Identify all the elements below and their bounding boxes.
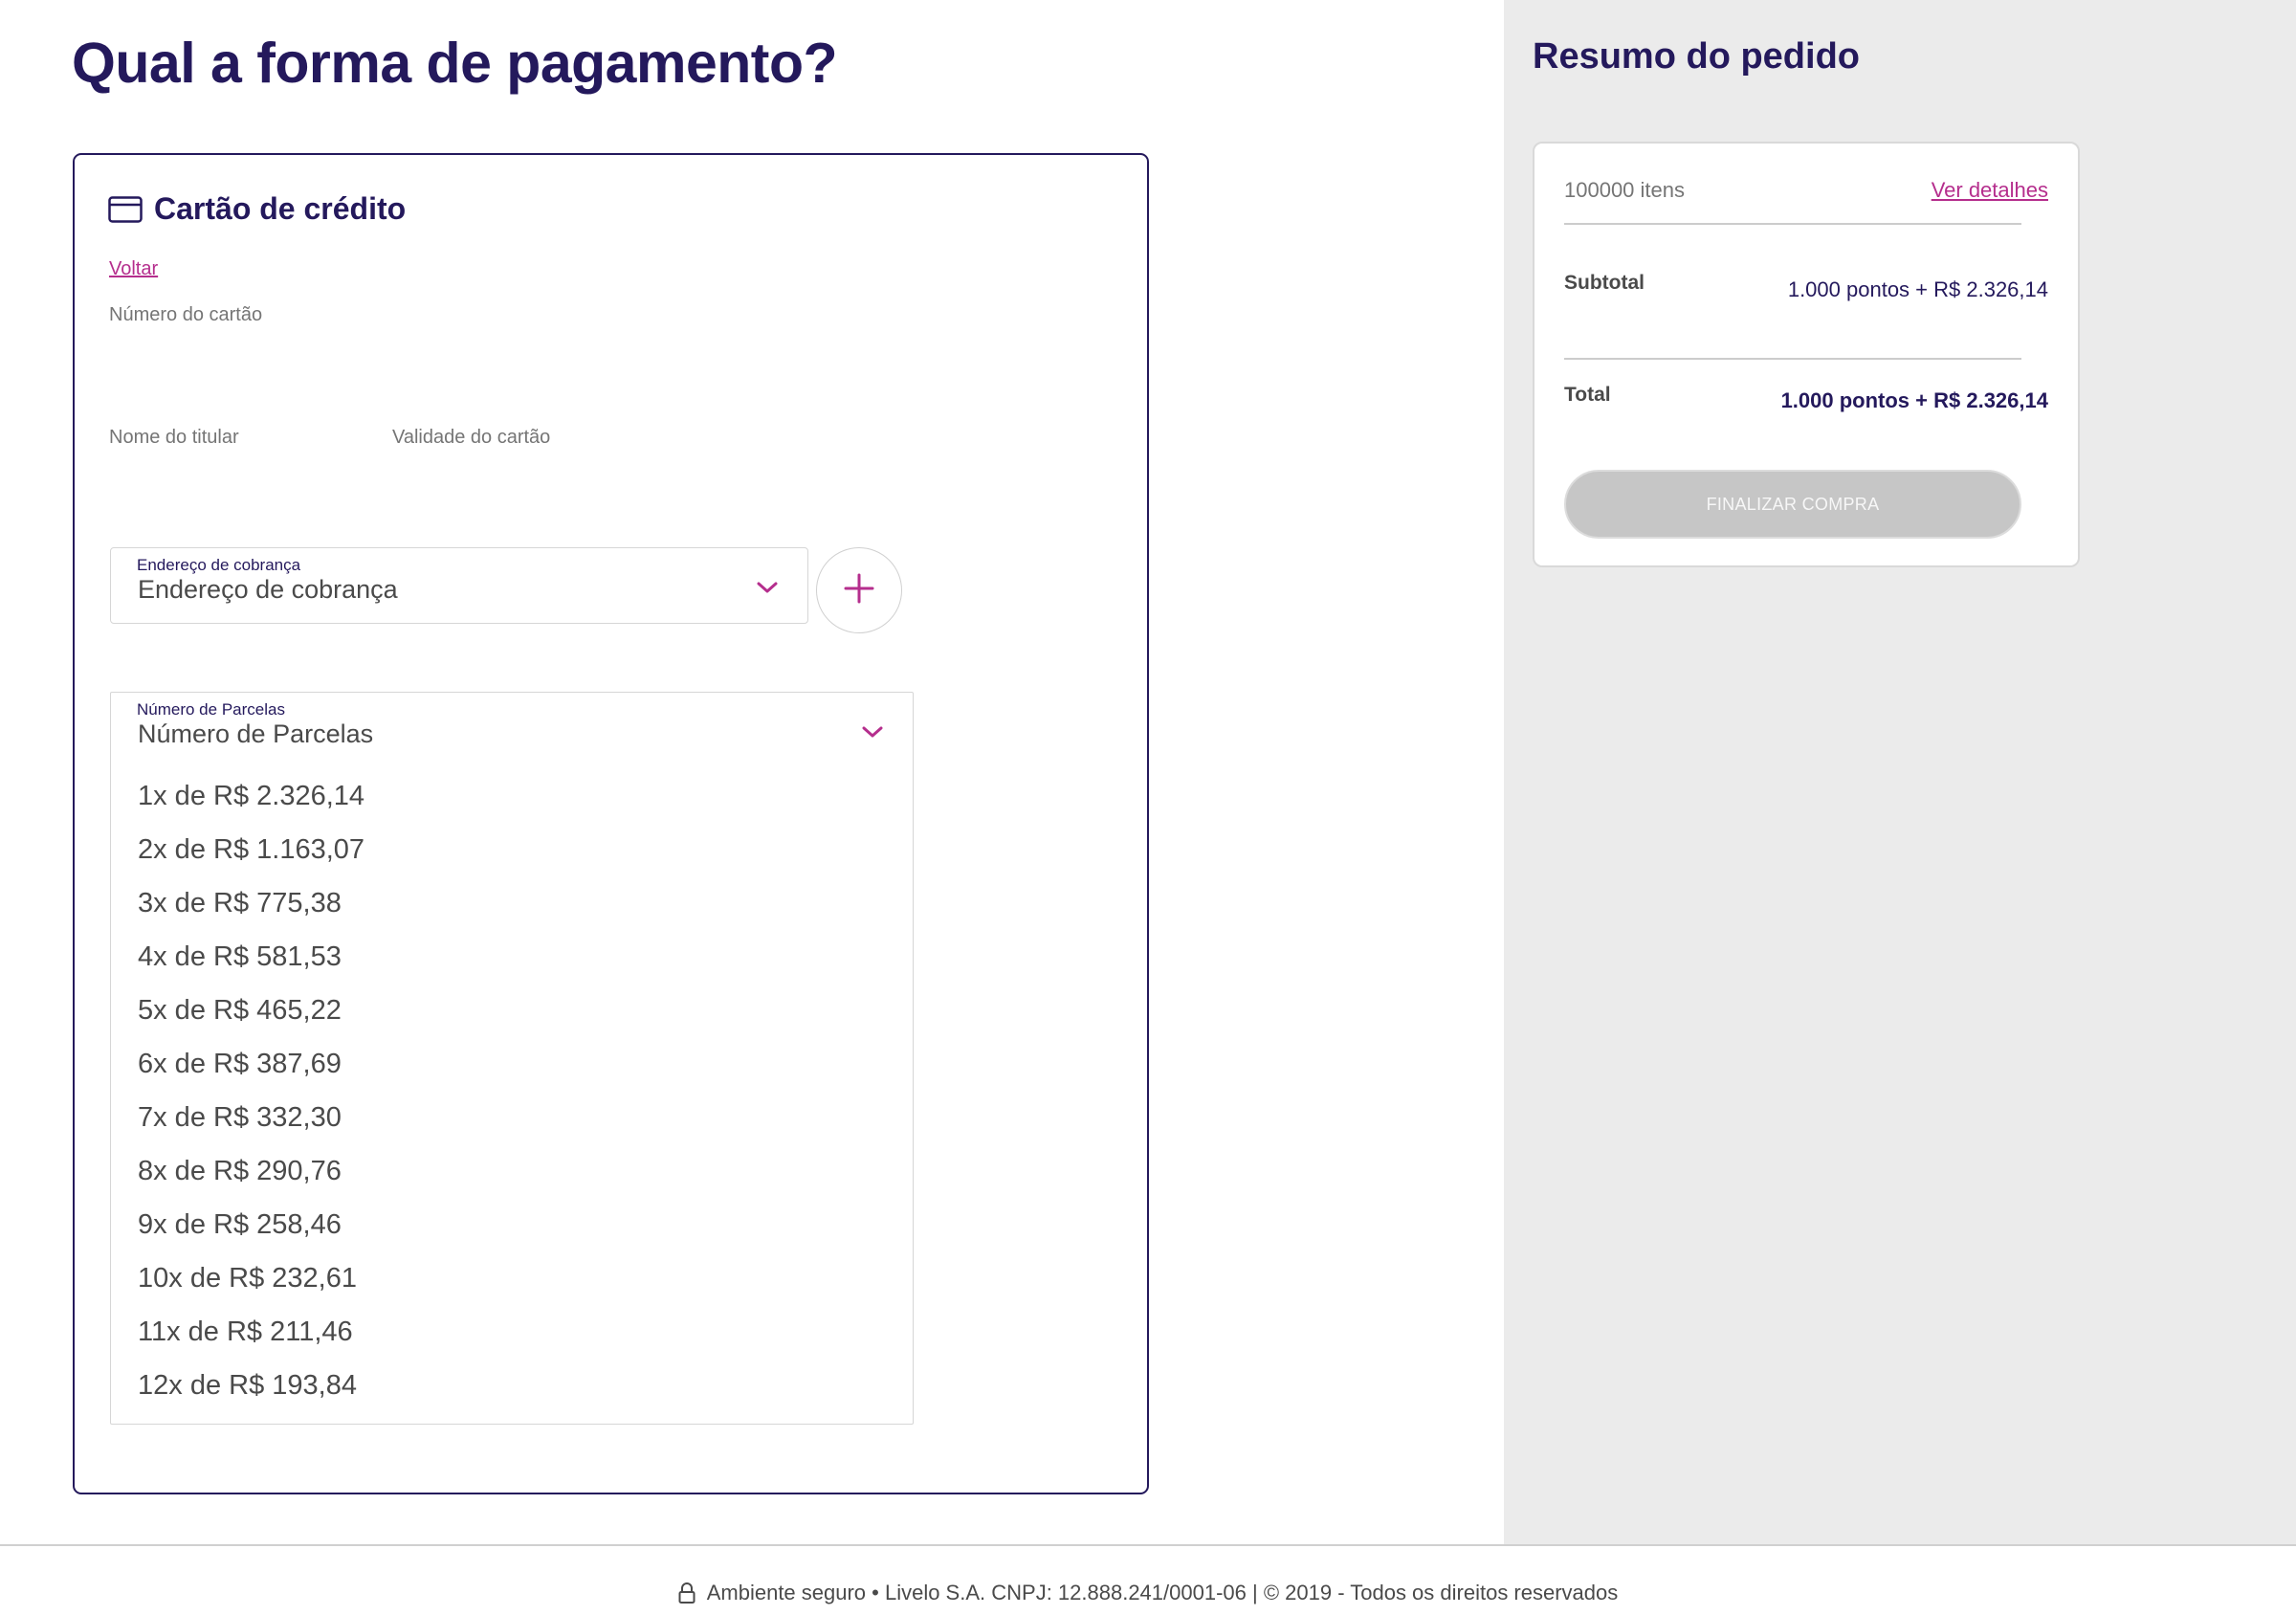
divider — [1564, 358, 2021, 360]
billing-address-value: Endereço de cobrança — [138, 575, 398, 604]
installment-option[interactable]: 5x de R$ 465,22 — [111, 984, 913, 1037]
installment-option[interactable]: 8x de R$ 290,76 — [111, 1144, 913, 1198]
card-number-label: Número do cartão — [109, 304, 263, 325]
divider — [1564, 223, 2021, 225]
billing-address-label: Endereço de cobrança — [137, 556, 301, 574]
installment-option[interactable]: 10x de R$ 232,61 — [111, 1251, 913, 1305]
chevron-down-icon — [861, 725, 884, 743]
installment-option[interactable]: 11x de R$ 211,46 — [111, 1305, 913, 1359]
installment-option[interactable]: 1x de R$ 2.326,14 — [111, 769, 913, 823]
back-link[interactable]: Voltar — [109, 258, 158, 280]
items-count: 100000 itens — [1564, 178, 1685, 202]
installment-option[interactable]: 2x de R$ 1.163,07 — [111, 823, 913, 876]
subtotal-label: Subtotal — [1564, 272, 1645, 294]
footer-content: Ambiente seguro • Livelo S.A. CNPJ: 12.8… — [0, 1581, 2296, 1605]
installments-options: 1x de R$ 2.326,14 2x de R$ 1.163,07 3x d… — [111, 769, 913, 1412]
summary-card: 100000 itens Ver detalhes Subtotal 1.000… — [1533, 142, 2080, 567]
installments-value: Número de Parcelas — [138, 719, 374, 748]
footer-text: Ambiente seguro • Livelo S.A. CNPJ: 12.8… — [706, 1581, 1619, 1604]
payment-section: Qual a forma de pagamento? Cartão de cré… — [0, 0, 1504, 1544]
add-address-button[interactable] — [816, 547, 902, 633]
installment-option[interactable]: 3x de R$ 775,38 — [111, 876, 913, 930]
view-details-link[interactable]: Ver detalhes — [1932, 178, 2048, 203]
lock-icon — [678, 1582, 695, 1604]
order-summary-panel: Resumo do pedido 100000 itens Ver detalh… — [1504, 0, 2296, 1544]
card-header: Cartão de crédito — [108, 191, 406, 227]
installment-option[interactable]: 12x de R$ 193,84 — [111, 1359, 913, 1412]
chevron-down-icon — [756, 581, 779, 599]
installment-option[interactable]: 7x de R$ 332,30 — [111, 1091, 913, 1144]
installment-option[interactable]: 9x de R$ 258,46 — [111, 1198, 913, 1251]
billing-address-select[interactable]: Endereço de cobrança Endereço de cobranç… — [110, 547, 808, 624]
finish-purchase-button[interactable]: FINALIZAR COMPRA — [1564, 470, 2021, 539]
holder-name-label: Nome do titular — [109, 427, 239, 448]
page-title: Qual a forma de pagamento? — [72, 32, 838, 95]
card-validity-label: Validade do cartão — [392, 427, 551, 448]
installments-label: Número de Parcelas — [137, 700, 285, 719]
credit-card-panel: Cartão de crédito Voltar Número do cartã… — [73, 153, 1149, 1494]
card-title: Cartão de crédito — [154, 191, 407, 226]
summary-title: Resumo do pedido — [1533, 36, 1860, 77]
plus-icon — [843, 572, 875, 609]
footer: Ambiente seguro • Livelo S.A. CNPJ: 12.8… — [0, 1544, 2296, 1615]
subtotal-value: 1.000 pontos + R$ 2.326,14 — [1787, 277, 2048, 301]
credit-card-icon — [108, 195, 143, 223]
installments-select[interactable]: Número de Parcelas Número de Parcelas 1x… — [110, 692, 914, 1425]
installment-option[interactable]: 6x de R$ 387,69 — [111, 1037, 913, 1091]
total-label: Total — [1564, 384, 1611, 406]
installment-option[interactable]: 4x de R$ 581,53 — [111, 930, 913, 984]
total-value: 1.000 pontos + R$ 2.326,14 — [1780, 388, 2048, 412]
